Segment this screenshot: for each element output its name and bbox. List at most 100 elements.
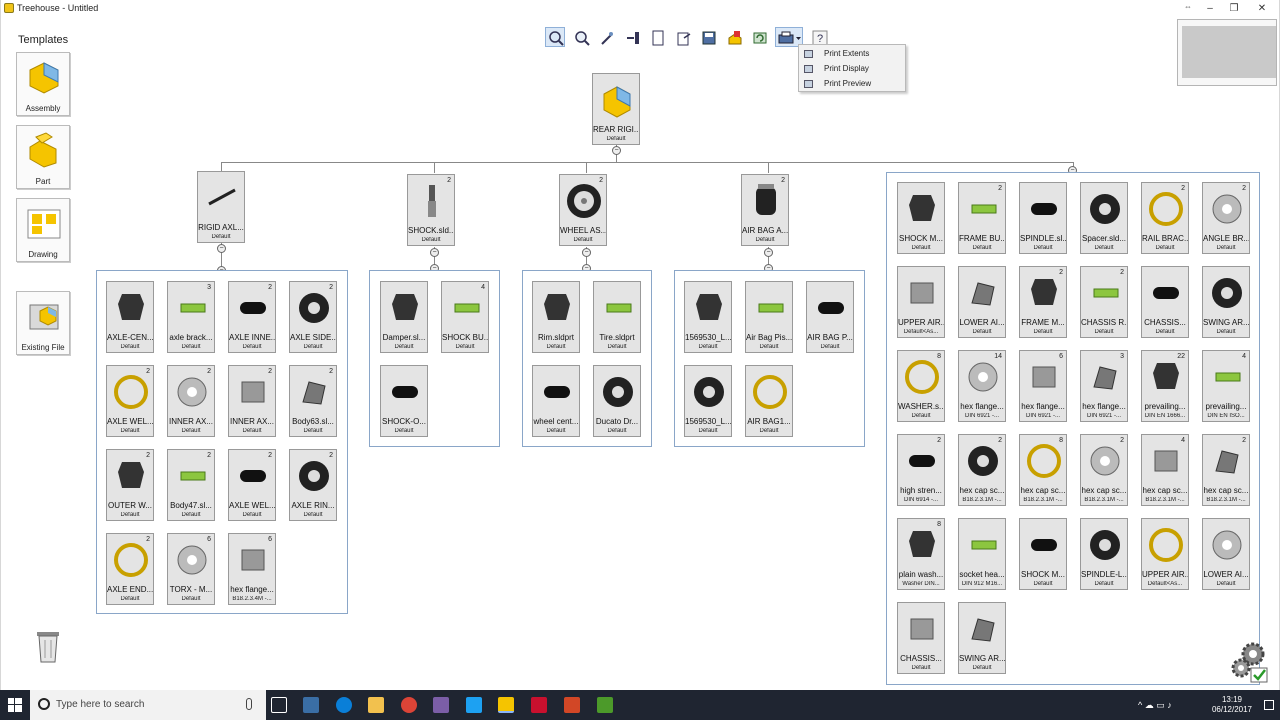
subassembly-card[interactable]: 2 SHOCK.sld... Default [407,171,460,246]
menu-item-print-extents[interactable]: Print Extents [799,47,905,61]
solidworks-icon[interactable] [531,697,547,713]
restore-arrows-icon[interactable]: ⇔ [1181,0,1195,14]
part-card[interactable]: SPINDLE-L... Default [1080,518,1128,590]
part-card[interactable]: 2 Body63.sl... Default [289,362,342,437]
select-button[interactable] [596,27,616,47]
part-card[interactable]: AIR BAG P... Default [806,281,854,353]
part-card[interactable]: 2 AXLE SIDE... Default [289,278,342,353]
windows-start-icon[interactable] [8,698,22,712]
taskbar-clock[interactable]: 13:19 06/12/2017 [1212,695,1252,715]
part-card[interactable]: 2 FRAME M... Default [1019,263,1072,338]
part-card[interactable]: 8 WASHER.s... Default [897,347,950,422]
microphone-icon[interactable] [246,698,252,710]
collapse-toggle[interactable]: − [612,146,621,155]
part-card[interactable]: 2 INNER AX... Default [228,362,281,437]
part-card[interactable]: 2 AXLE WEL... Default [228,446,281,521]
part-card[interactable]: LOWER AI... Default [958,266,1006,338]
part-card[interactable]: 2 RAIL BRAC... Default [1141,179,1194,254]
part-card[interactable]: 8 hex cap sc... B18.2.3.1M -... [1019,431,1072,506]
part-card[interactable]: CHASSIS... Default [1141,266,1189,338]
part-card[interactable]: SHOCK M... Default [1019,518,1067,590]
maximize-button[interactable]: ❐ [1227,2,1241,16]
search-input[interactable]: Type here to search [56,699,144,710]
part-card[interactable]: Air Bag Pis... Default [745,281,793,353]
part-card[interactable]: 2 FRAME BU... Default [958,179,1011,254]
zoom-fit-button[interactable] [545,27,565,47]
part-card[interactable]: 2 hex cap sc... B18.2.3.1M -... [958,431,1011,506]
menu-item-print-preview[interactable]: Print Preview [799,77,905,91]
part-card[interactable]: 3 axle brack... Default [167,278,220,353]
part-card[interactable]: 1569530_L... Default [684,365,732,437]
part-card[interactable]: 1569530_L... Default [684,281,732,353]
part-card[interactable]: 4 hex cap sc... B18.2.3.1M -... [1141,431,1194,506]
part-card[interactable]: 2 AXLE END... Default [106,530,159,605]
edge-icon[interactable] [336,697,352,713]
part-card[interactable]: Spacer.sld... Default [1080,182,1128,254]
part-card[interactable]: 8 plain wash... Washer DIN... [897,515,950,590]
notification-icon[interactable] [1264,700,1274,710]
app-icon[interactable] [597,697,613,713]
part-card[interactable]: SWING AR... Default [958,602,1006,674]
menu-item-print-display[interactable]: Print Display [799,62,905,76]
part-card[interactable]: 4 prevailing... DIN EN ISO... [1202,347,1255,422]
part-card[interactable]: CHASSIS... Default [897,602,945,674]
part-card[interactable]: SHOCK-O... Default [380,365,428,437]
navigator-pane[interactable] [1177,19,1277,86]
part-card[interactable]: Damper.sl... Default [380,281,428,353]
part-card[interactable]: UPPER AIR... Default<As... [897,266,945,338]
part-card[interactable]: 3 hex flange... DIN 6921 -... [1080,347,1133,422]
open-button[interactable] [673,27,693,47]
insert-button[interactable] [622,27,642,47]
part-card[interactable]: 2 INNER AX... Default [167,362,220,437]
trash-icon[interactable] [34,628,62,664]
part-card[interactable]: 2 high stren... DIN 6914 -... [897,431,950,506]
part-card[interactable]: wheel cent... Default [532,365,580,437]
part-card[interactable]: 2 ANGLE BR... Default [1202,179,1255,254]
part-card[interactable]: 6 TORX - M... Default [167,530,220,605]
subassembly-card[interactable]: RIGID AXL... Default [197,171,245,243]
template-assembly[interactable]: Assembly [16,52,70,116]
part-card[interactable]: 6 hex flange... B18.2.3.4M -... [228,530,281,605]
subassembly-card[interactable]: 2 AIR BAG A... Default [741,171,794,246]
existing-file-button[interactable]: Existing File [16,291,70,355]
part-card[interactable]: 2 CHASSIS R... Default [1080,263,1133,338]
part-card[interactable]: 2 OUTER W... Default [106,446,159,521]
template-part[interactable]: Part [16,125,70,189]
part-card[interactable]: 2 AXLE WEL... Default [106,362,159,437]
app-icon[interactable] [466,697,482,713]
part-card[interactable]: 2 hex cap sc... B18.2.3.1M -... [1202,431,1255,506]
part-card[interactable]: 2 hex cap sc... B18.2.3.1M -... [1080,431,1133,506]
part-card[interactable]: Rim.sldprt Default [532,281,580,353]
root-assembly-card[interactable]: REAR RIGI... Default [592,73,640,145]
part-card[interactable]: AXLE-CEN... Default [106,281,154,353]
part-card[interactable]: UPPER AIR... Default<As... [1141,518,1189,590]
part-card[interactable]: 22 prevailing... DIN EN 1666... [1141,347,1194,422]
taskbar-search[interactable]: Type here to search [30,690,266,720]
part-card[interactable]: 4 SHOCK BU... Default [441,278,494,353]
subassembly-card[interactable]: 2 WHEEL AS... Default [559,171,612,246]
part-card[interactable]: SWING AR... Default [1202,266,1250,338]
part-card[interactable]: 14 hex flange... DIN 6921 -... [958,347,1011,422]
new-document-button[interactable] [647,27,667,47]
treehouse-taskbar-icon[interactable] [498,697,514,713]
powerpoint-icon[interactable] [564,697,580,713]
part-card[interactable]: AIR BAG1... Default [745,365,793,437]
settings-gears-icon[interactable] [1229,640,1271,684]
part-card[interactable]: Ducato Dr... Default [593,365,641,437]
solidworks-pdm-icon[interactable] [303,697,319,713]
collapse-toggle[interactable]: − [764,248,773,257]
part-card[interactable]: 6 hex flange... DIN 6921 -... [1019,347,1072,422]
zoom-button[interactable] [571,27,591,47]
part-card[interactable]: 2 AXLE RIN... Default [289,446,342,521]
export-button[interactable] [724,27,744,47]
minimize-button[interactable]: – [1203,2,1217,16]
task-view-icon[interactable] [271,697,287,713]
collapse-toggle[interactable]: − [217,244,226,253]
part-card[interactable]: Tire.sldprt Default [593,281,641,353]
collapse-toggle[interactable]: − [582,248,591,257]
chrome-icon[interactable] [401,697,417,713]
part-card[interactable]: SPINDLE.sl... Default [1019,182,1067,254]
system-tray-icons[interactable]: ^ ☁ ▭ ♪ [1138,700,1172,711]
part-card[interactable]: SHOCK M... Default [897,182,945,254]
part-card[interactable]: socket hea... DIN 912 M16... [958,518,1006,590]
